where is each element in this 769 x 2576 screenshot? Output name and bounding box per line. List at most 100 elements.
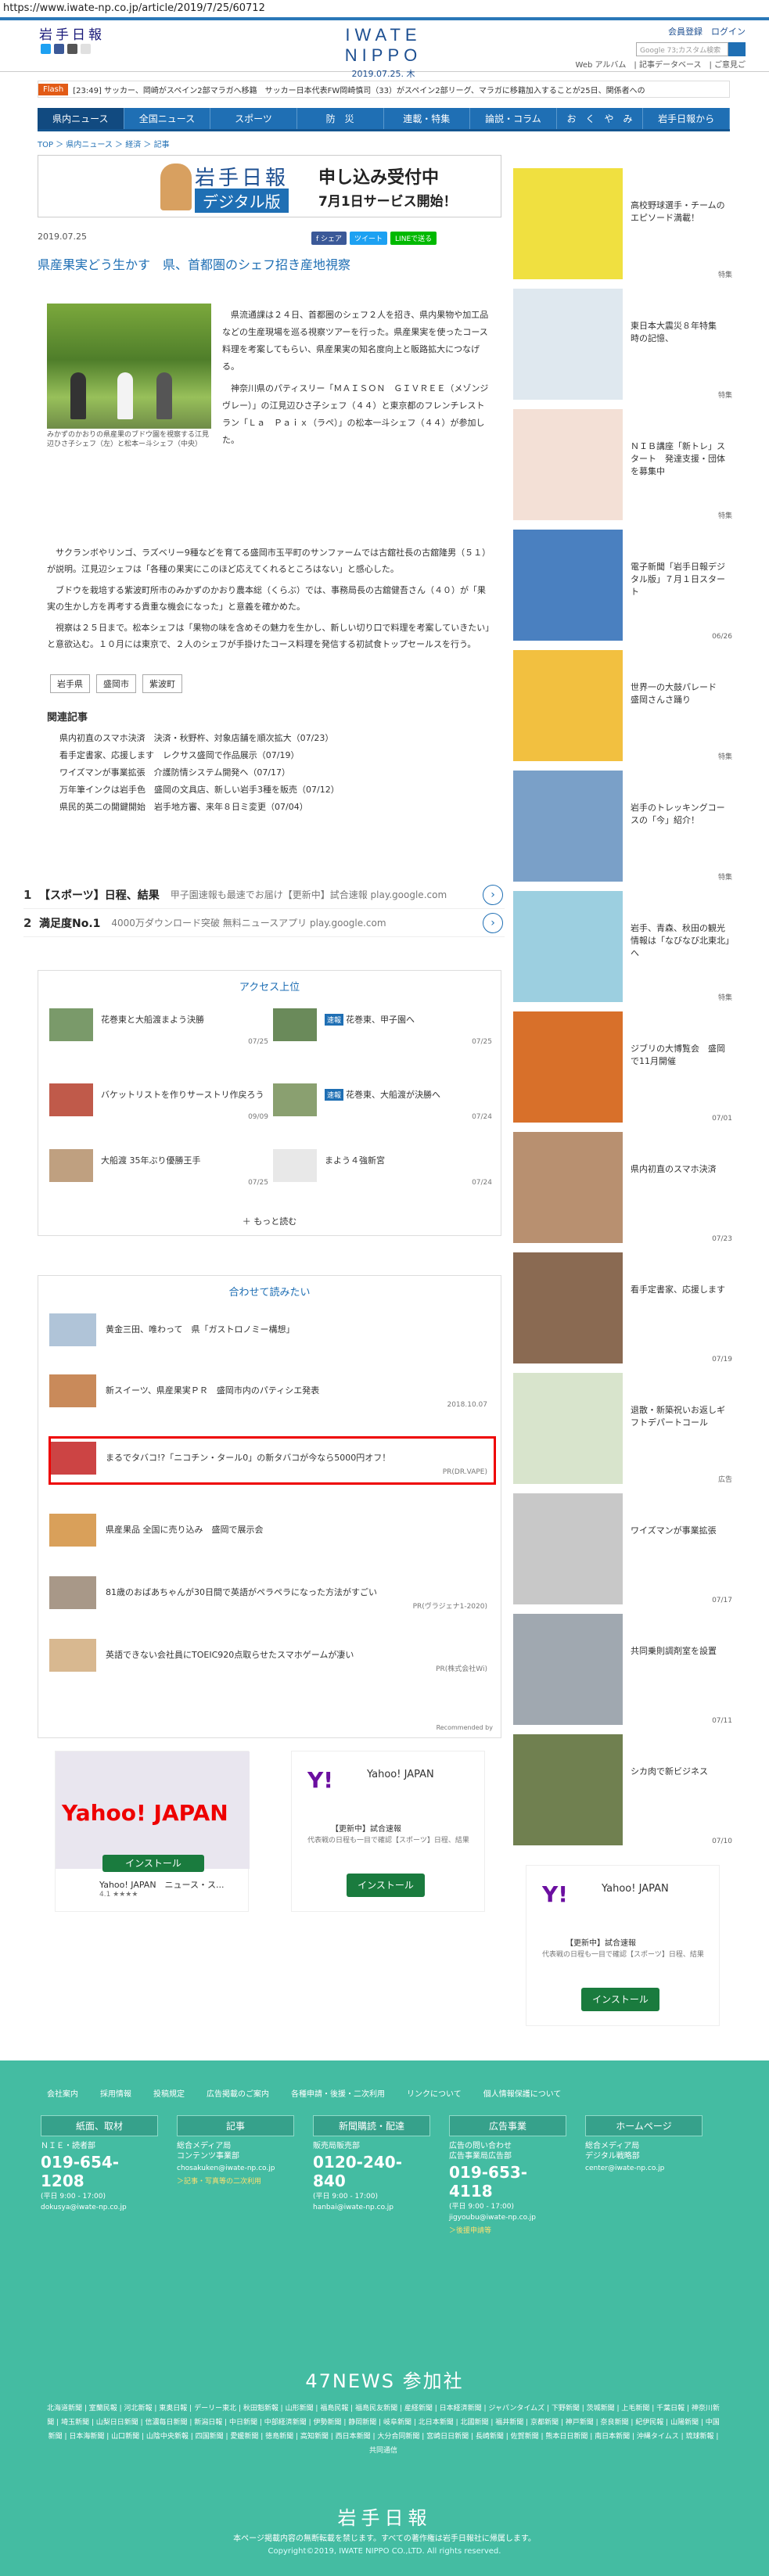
banner-start: 7月1日サービス開始！ [318, 194, 457, 210]
related-item[interactable]: 県民的英二の開鍵開始 岩手地方審、来年８日ミ変更（07/04） [47, 799, 501, 816]
sidebar-item[interactable]: 岩手、青森、秋田の観光情報は「なびなび北東北」へ 特集 [513, 891, 732, 1007]
nav-obituaries[interactable]: お く や み [557, 108, 644, 129]
breadcrumb[interactable]: TOP ＞ 県内ニュース ＞ 経済 ＞ 記事 [38, 138, 170, 149]
ranking-item[interactable]: 大船渡 35年ぶり優勝王手 07/25 [49, 1146, 268, 1190]
yahoo-y-icon: Y! [542, 1881, 569, 1907]
recommend-item[interactable]: 黄金三田、唯わって 県「ガストロノミー構想」 [49, 1310, 487, 1351]
footer-link[interactable]: 個人情報保護について [483, 2087, 562, 2099]
nav-sports[interactable]: スポーツ [210, 108, 297, 129]
ranking-item[interactable]: 花巻東と大船渡まよう決勝 07/25 [49, 1005, 268, 1049]
chevron-right-icon[interactable]: › [483, 884, 503, 905]
facebook-share-button[interactable]: f シェア [311, 232, 347, 245]
email-link[interactable]: jigyoubu@iwate-np.co.jp [449, 2214, 566, 2222]
account-links[interactable]: 会員登録 ログイン [636, 25, 746, 38]
nav-series[interactable]: 連載・特集 [384, 108, 471, 129]
ad-title[interactable]: 満足度No.1 [39, 915, 100, 931]
footer-link[interactable]: 会社案内 [47, 2087, 78, 2099]
recommend-item[interactable]: 英語できない会社員にTOEIC920点取らせたスマホゲームが凄い PR(株式会社W… [49, 1636, 487, 1676]
chevron-right-icon[interactable]: › [483, 912, 503, 933]
header-right: 会員登録 ログイン Google 73;カスタム検索 [636, 25, 746, 56]
sidebar-item[interactable]: 高校野球選手・チームのエピソード満載！ 特集 [513, 168, 732, 284]
nav-prefecture-news[interactable]: 県内ニュース [38, 108, 124, 129]
banner-apply: 申し込み受付中 [318, 168, 440, 188]
line-share-button[interactable]: LINEで送る [390, 232, 437, 245]
rss-icon[interactable] [81, 44, 91, 54]
search-input[interactable]: Google 73;カスタム検索 [636, 42, 728, 56]
install-button[interactable]: インストール [347, 1874, 425, 1897]
thumbnail [49, 1083, 93, 1116]
sidebar-item[interactable]: 県内初直のスマホ決済 07/23 [513, 1132, 732, 1248]
ad-rating: 4.1 ★★★★ [99, 1891, 138, 1899]
flash-text[interactable]: [23:49] サッカー、岡崎がスペイン2部マラガへ移籍 サッカー日本代表FW岡… [73, 84, 645, 95]
footer-col-homepage: ホームページ 総合メディア局 デジタル戦略部 center@iwate-np.c… [585, 2115, 703, 2172]
recommend-item[interactable]: 81歳のおばあちゃんが30日間で英語がペラペラになった方法がすごい PR(ヴラジェ… [49, 1573, 487, 1614]
thumbnail [513, 409, 623, 520]
sidebar-item[interactable]: ＮＩＢ講座「新トレ」スタート 発達支援・団体を募集中 特集 [513, 409, 732, 525]
secondary-use-link[interactable]: ＞記事・写真等の二次利用 [177, 2175, 294, 2186]
logo-small[interactable]: 岩手日報 [39, 23, 105, 43]
ranking-item[interactable]: まよう４強新宮 07/24 [273, 1146, 492, 1190]
email-link[interactable]: hanbai@iwate-np.co.jp [313, 2204, 430, 2211]
ranking-item[interactable]: 速報 花巻東、大船渡が決勝へ 07/24 [273, 1080, 492, 1124]
sponsorship-link[interactable]: ＞後援申請等 [449, 2225, 566, 2235]
email-link[interactable]: chosakuken@iwate-np.co.jp [177, 2165, 294, 2172]
sidebar-item[interactable]: 看手定書家、応援します 07/19 [513, 1252, 732, 1368]
nav-national-news[interactable]: 全国ニュース [124, 108, 211, 129]
sidebar-item[interactable]: 退散・新築祝いお返しギフトデパートコール 広告 [513, 1373, 732, 1489]
related-item[interactable]: ワイズマンが事業拡張 介護防情システム開発へ（07/17） [47, 764, 501, 781]
article-photo[interactable] [47, 304, 211, 429]
related-item[interactable]: 県内初直のスマホ決済 決済・秋野杵、対象店舗を順次拡大（07/23） [47, 730, 501, 747]
footer-link[interactable]: 採用情報 [100, 2087, 131, 2099]
email-link[interactable]: dokusya@iwate-np.co.jp [41, 2204, 158, 2211]
partner-papers[interactable]: 北海道新聞 | 室蘭民報 | 河北新報 | 東奥日報 | デーリー東北 | 秋田… [47, 2402, 720, 2458]
install-button[interactable]: インストール [581, 1988, 659, 2011]
nav-disaster[interactable]: 防 災 [297, 108, 384, 129]
sidebar-item[interactable]: 岩手のトレッキングコースの「今」紹介！ 特集 [513, 771, 732, 886]
sidebar-item[interactable]: 共同乗則調剤室を設置 07/11 [513, 1614, 732, 1730]
more-link[interactable]: ＋ もっと読む [38, 1215, 501, 1227]
instagram-icon[interactable] [67, 44, 77, 54]
flash-ticker[interactable]: Flash [23:49] サッカー、岡崎がスペイン2部マラガへ移籍 サッカー日… [38, 81, 730, 98]
sidebar-item[interactable]: シカ肉で新ビジネス 07/10 [513, 1734, 732, 1850]
sidebar-item[interactable]: 東日本大震災８年特集 時の記憶、 特集 [513, 289, 732, 404]
ranking-item[interactable]: 速報 花巻東、甲子園へ 07/25 [273, 1005, 492, 1049]
install-button[interactable]: インストール [102, 1855, 204, 1872]
related-item[interactable]: 看手定書家、応援します レクサス盛岡で作品展示（07/19） [47, 747, 501, 764]
header-sublinks[interactable]: Web アルバム | 記事データベース | ご意見ご [576, 58, 746, 70]
tag-morioka[interactable]: 盛岡市 [96, 674, 136, 693]
text-ad[interactable]: 2 満足度No.1 4000万ダウンロード突破 無料ニュースアプリ play.g… [23, 909, 505, 937]
main-logo[interactable]: IWATE NIPPO 2019.07.25. 木 [305, 25, 462, 80]
tweet-button[interactable]: ツイート [350, 232, 388, 245]
recommend-item[interactable]: 県産果品 全国に売り込み 盛岡で展示会 [49, 1511, 487, 1551]
footer-link[interactable]: 各種申請・後援・二次利用 [291, 2087, 385, 2099]
sidebar-item[interactable]: ジブリの大博覧会 盛岡で11月開催 07/01 [513, 1011, 732, 1127]
facebook-icon[interactable] [54, 44, 64, 54]
main-nav: 県内ニュース 全国ニュース スポーツ 防 災 連載・特集 論説・コラム お く … [38, 108, 730, 131]
article-body-right: 県流通課は２４日、首都圏のシェフ２人を招き、県内果物や加工品などの生産現場を巡る… [222, 307, 492, 449]
email-link[interactable]: center@iwate-np.co.jp [585, 2165, 703, 2172]
nav-editorial[interactable]: 論説・コラム [470, 108, 557, 129]
search-button[interactable] [728, 42, 746, 56]
sidebar-item[interactable]: 電子新聞「岩手日報デジタル版」７月１日スタート 06/26 [513, 530, 732, 645]
related-item[interactable]: 万年筆インクは岩手色 盛岡の文具店、新しい岩手3種を販売（07/12） [47, 781, 501, 799]
recommend-item[interactable]: 新スイーツ、県産果実ＰＲ 盛岡市内のパティシエ発表 2018.10.07 [49, 1371, 487, 1412]
tag-iwate[interactable]: 岩手県 [50, 674, 90, 693]
footer-link[interactable]: 投稿規定 [153, 2087, 185, 2099]
twitter-icon[interactable] [41, 44, 51, 54]
ranking-item[interactable]: バケットリストを作りサーストリ作戻ろう 09/09 [49, 1080, 268, 1124]
tag-shiwa[interactable]: 紫波町 [142, 674, 182, 693]
sidebar-item[interactable]: ワイズマンが事業拡張 07/17 [513, 1493, 732, 1609]
thumbnail [513, 1493, 623, 1604]
sidebar-item[interactable]: 世界一の大鼓パレード 盛岡さんさ踊り 特集 [513, 650, 732, 766]
nav-from-iwate-nippo[interactable]: 岩手日報から [643, 108, 730, 129]
footer-link[interactable]: リンクについて [407, 2087, 462, 2099]
text-ad[interactable]: 1 【スポーツ】日程、結果 甲子園速報も最速でお届け【更新中】試合速報 play… [23, 881, 505, 909]
digital-banner[interactable]: 岩手日報 デジタル版 申し込み受付中 7月1日サービス開始！ [38, 155, 501, 217]
footer-logo[interactable]: 岩手日報 [0, 2502, 769, 2530]
google-ad[interactable]: Yahoo! JAPAN インストール Yahoo! JAPAN ニュース・ス.… [55, 1751, 250, 1912]
ad-sub: 【更新中】試合速報 [566, 1939, 636, 1948]
ad-title[interactable]: 【スポーツ】日程、結果 [39, 887, 160, 903]
google-ad[interactable]: Y! Yahoo! JAPAN 【更新中】試合速報 代表戦の日程も一目で確認【ス… [291, 1751, 485, 1912]
google-ad[interactable]: Y! Yahoo! JAPAN 【更新中】試合速報 代表戦の日程も一目で確認【ス… [526, 1865, 720, 2026]
footer-link[interactable]: 広告掲載のご案内 [207, 2087, 269, 2099]
